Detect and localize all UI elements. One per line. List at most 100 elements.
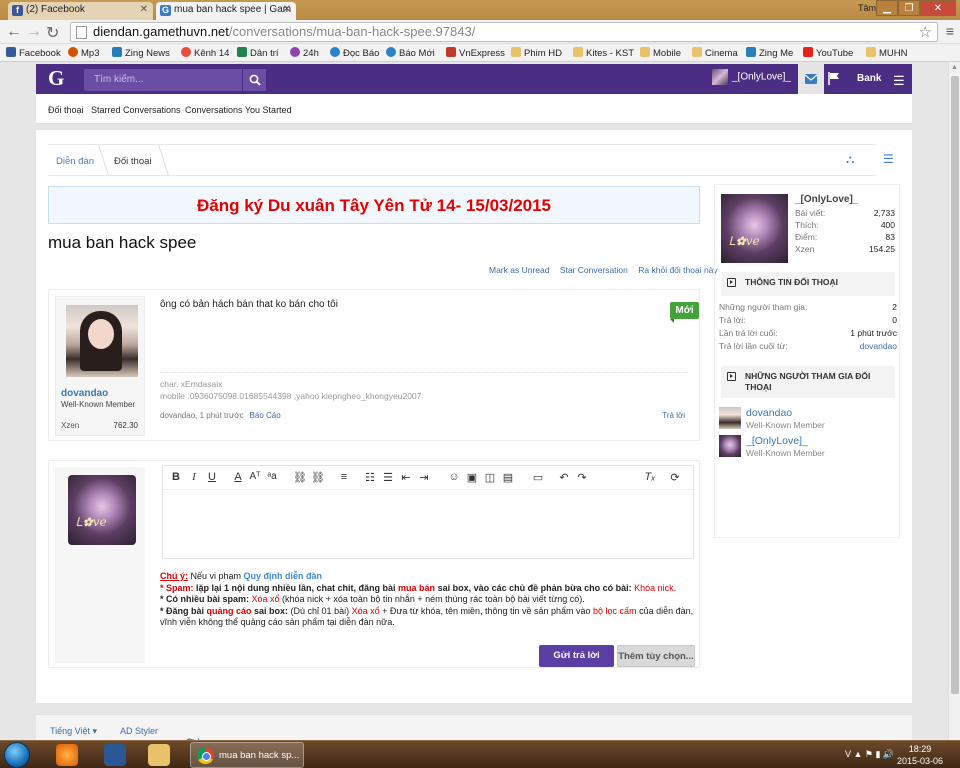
forward-icon[interactable]: →: [26, 23, 42, 41]
flag-icon[interactable]: [828, 72, 840, 85]
tab-facebook[interactable]: f (2) Facebook ✕: [8, 2, 153, 20]
message-date[interactable]: dovandao, 1 phút trước: [160, 411, 244, 420]
close-tab-icon[interactable]: ✕: [140, 4, 148, 15]
breadcrumb-forum[interactable]: Diễn đàn: [56, 156, 94, 167]
avatar[interactable]: Ꮮ✿ve: [68, 475, 136, 545]
reply-link[interactable]: Trả lời: [662, 411, 685, 420]
bookmark-item[interactable]: Báo Mới: [386, 47, 435, 59]
image-icon[interactable]: ▣: [465, 471, 479, 484]
bookmark-item[interactable]: Zing Me: [746, 47, 793, 59]
save-draft-icon[interactable]: ▭: [531, 471, 545, 484]
bookmark-item[interactable]: Kênh 14: [181, 47, 229, 59]
scroll-up-icon[interactable]: ▲: [951, 64, 958, 71]
message-editor[interactable]: B I U A Aᵀ ᵃa ⛓ ⛓ ≡ ☷ ☰ ⇤ ⇥ ☺ ▣ ◫ ▤ ▭ ↶ …: [162, 465, 695, 559]
numbered-list-icon[interactable]: ☰: [381, 471, 395, 484]
media-player-icon[interactable]: [104, 744, 126, 766]
bookmark-item[interactable]: VnExpress: [446, 47, 505, 59]
unlink-icon[interactable]: ⛓: [311, 471, 325, 484]
address-bar[interactable]: diendan.gamethuvn.net/conversations/mua-…: [70, 22, 938, 42]
redo-icon[interactable]: ↷: [575, 471, 589, 484]
outdent-icon[interactable]: ⇤: [399, 471, 413, 484]
toggle-bbcode-icon[interactable]: ⟳: [668, 471, 682, 484]
scrollbar-thumb[interactable]: [951, 76, 959, 694]
participant-item[interactable]: _[OnlyLove]_ Well-Known Member: [719, 435, 897, 461]
bullet-list-icon[interactable]: ☷: [363, 471, 377, 484]
subnav-started[interactable]: Conversations You Started: [185, 105, 292, 115]
avatar[interactable]: [719, 435, 741, 457]
sitemap-icon[interactable]: ⛬: [846, 152, 854, 167]
conversations-button[interactable]: [798, 64, 824, 94]
bookmark-item[interactable]: Zing News: [112, 47, 170, 59]
media-icon[interactable]: ◫: [483, 471, 497, 484]
bookmark-item[interactable]: Kites - KST: [573, 47, 634, 59]
site-logo[interactable]: G: [48, 66, 64, 91]
remove-format-icon[interactable]: Tₓ: [643, 471, 657, 483]
reload-icon[interactable]: ↻: [46, 23, 59, 43]
undo-icon[interactable]: ↶: [557, 471, 571, 484]
hamburger-menu-icon[interactable]: ☰: [893, 73, 905, 89]
style-chooser[interactable]: AD Styler: [120, 726, 158, 736]
rules-link[interactable]: Quy định diễn đàn: [244, 571, 323, 581]
bookmark-item[interactable]: Dân trí: [237, 47, 279, 59]
back-icon[interactable]: ←: [6, 23, 22, 41]
minimize-icon[interactable]: ▁: [876, 0, 898, 16]
bookmark-item[interactable]: Mobile: [640, 47, 681, 59]
last-replier-link[interactable]: dovandao: [860, 341, 897, 351]
smilie-icon[interactable]: ☺: [447, 471, 461, 483]
participant-item[interactable]: dovandao Well-Known Member: [719, 407, 897, 433]
send-reply-button[interactable]: Gửi trả lời: [539, 645, 614, 667]
browser-menu-icon[interactable]: ≡: [946, 23, 954, 39]
underline-icon[interactable]: U: [205, 471, 219, 483]
system-tray[interactable]: V ▲ ⚑ ▮ 🔊: [845, 749, 894, 760]
language-chooser[interactable]: Tiếng Việt ▾: [50, 726, 97, 737]
bookmark-item[interactable]: 24h: [290, 47, 319, 59]
subnav-starred[interactable]: Starred Conversations: [91, 105, 181, 115]
search-input[interactable]: Tìm kiếm...: [84, 69, 242, 91]
link-icon[interactable]: ⛓: [293, 471, 307, 484]
bookmark-item[interactable]: YouTube: [803, 47, 853, 59]
bookmark-item[interactable]: Cinema: [692, 47, 738, 59]
clock[interactable]: 18:29 2015-03-06: [895, 743, 945, 767]
italic-icon[interactable]: I: [187, 471, 201, 483]
start-button[interactable]: [4, 742, 30, 768]
avatar[interactable]: [66, 305, 138, 377]
header-user-menu[interactable]: _[OnlyLove]_: [712, 69, 791, 89]
breadcrumb-conversations[interactable]: Đối thoại: [114, 156, 152, 167]
sidebar-username[interactable]: _[OnlyLove]_: [795, 194, 858, 205]
bank-link[interactable]: Bank: [857, 73, 881, 84]
search-button[interactable]: [242, 69, 266, 91]
maximize-icon[interactable]: ❐: [898, 0, 920, 16]
message-author[interactable]: dovandao: [61, 388, 108, 399]
firefox-icon[interactable]: [56, 744, 78, 766]
file-explorer-icon[interactable]: [148, 744, 170, 766]
insert-icon[interactable]: ▤: [501, 471, 515, 484]
report-link[interactable]: Báo Cáo: [250, 411, 281, 420]
bookmark-item[interactable]: MUHN: [866, 47, 908, 59]
font-family-icon[interactable]: ᵃa: [265, 471, 279, 482]
bookmark-star-icon[interactable]: ☆: [919, 23, 932, 41]
close-window-icon[interactable]: ✕: [920, 0, 956, 16]
browser-profile-label[interactable]: Tâm: [858, 3, 876, 13]
close-tab-icon[interactable]: ✕: [283, 4, 291, 15]
more-options-button[interactable]: Thêm tùy chọn...: [617, 645, 695, 667]
list-menu-icon[interactable]: ☰: [883, 152, 894, 166]
bold-icon[interactable]: B: [169, 471, 183, 483]
avatar[interactable]: [719, 407, 741, 429]
indent-icon[interactable]: ⇥: [417, 471, 431, 484]
tab-gamethu[interactable]: G mua ban hack spee | Gam ✕: [156, 2, 296, 20]
participant-name[interactable]: dovandao: [746, 407, 792, 419]
announcement-banner[interactable]: Đăng ký Du xuân Tây Yên Tử 14- 15/03/201…: [48, 186, 700, 224]
participant-name[interactable]: _[OnlyLove]_: [746, 435, 808, 447]
bookmark-item[interactable]: Đọc Báo: [330, 47, 379, 59]
avatar[interactable]: Ꮮ✿ve: [721, 194, 788, 263]
text-color-icon[interactable]: A: [231, 471, 245, 483]
font-size-icon[interactable]: Aᵀ: [248, 471, 262, 482]
subnav-conversations[interactable]: Đối thoại: [48, 105, 84, 115]
taskbar-chrome-window[interactable]: mua ban hack sp...: [190, 742, 304, 768]
bookmark-item[interactable]: Facebook: [6, 47, 61, 59]
leave-conversation-link[interactable]: Ra khỏi đối thoại này: [638, 265, 717, 275]
bookmark-item[interactable]: Phim HD: [511, 47, 562, 59]
page-scrollbar[interactable]: ▲: [948, 62, 960, 740]
mark-unread-link[interactable]: Mark as Unread: [489, 265, 549, 275]
align-icon[interactable]: ≡: [337, 471, 351, 483]
